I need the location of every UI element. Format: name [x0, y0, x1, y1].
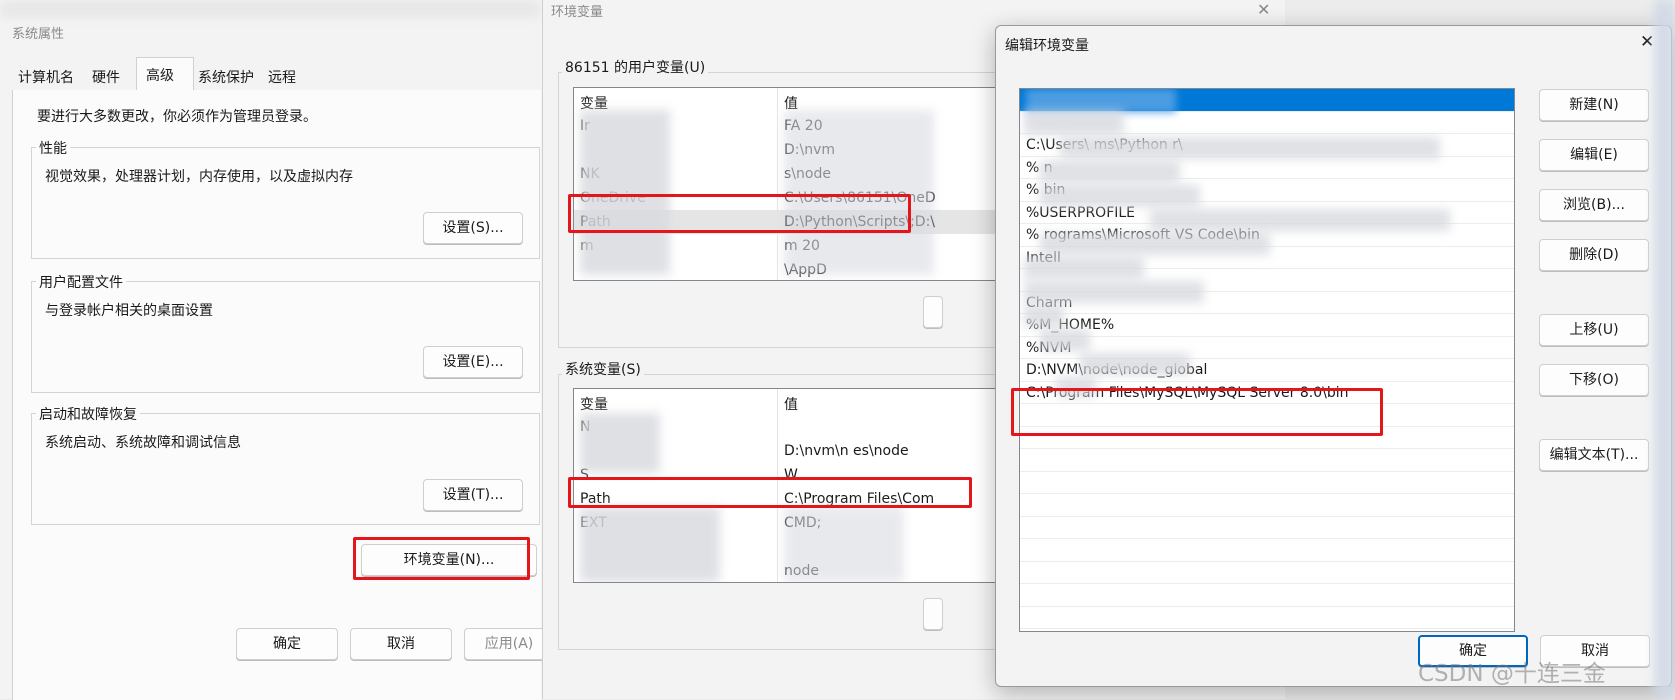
tab-advanced-label: 高级: [146, 68, 174, 84]
sys-apply-button[interactable]: 应用(A): [464, 628, 554, 660]
watermark: CSDN @十连三金: [1418, 661, 1606, 687]
system-col-var: 变量: [580, 397, 608, 413]
performance-settings-button[interactable]: 设置(S)...: [423, 212, 523, 244]
system-properties-title: 系统属性: [12, 27, 65, 42]
user-profile-settings-button[interactable]: 设置(E)...: [423, 346, 523, 378]
edit-env-dialog: 编辑环境变量 ✕ C:\Users\ ms\Python r\% n% bin%…: [995, 25, 1672, 687]
performance-label: 性能: [36, 138, 70, 158]
tab-computer-name[interactable]: 计算机名: [18, 67, 74, 87]
empty-path-row: [1020, 562, 1514, 584]
user-variables-label: 86151 的用户变量(U): [562, 57, 709, 77]
empty-path-row: [1020, 472, 1514, 494]
performance-desc: 视觉效果，处理器计划，内存使用，以及虚拟内存: [45, 169, 353, 185]
system-variables-label: 系统变量(S): [562, 359, 644, 379]
edit-text-button[interactable]: 编辑文本(T)...: [1539, 439, 1649, 471]
empty-path-row: [1020, 539, 1514, 562]
env-window-title: 环境变量: [551, 5, 604, 20]
system-col-val: 值: [784, 397, 798, 413]
empty-path-row: [1020, 607, 1514, 629]
highlight-system-path: [568, 477, 972, 508]
tab-remote[interactable]: 远程: [268, 67, 296, 87]
empty-path-row: [1020, 517, 1514, 539]
startup-desc: 系统启动、系统故障和调试信息: [45, 435, 241, 451]
edit-button[interactable]: 编辑(E): [1539, 139, 1649, 171]
move-up-button[interactable]: 上移(U): [1539, 314, 1649, 346]
new-button[interactable]: 新建(N): [1539, 89, 1649, 121]
user-profile-desc: 与登录帐户相关的桌面设置: [45, 303, 213, 319]
sys-ok-button[interactable]: 确定: [236, 628, 338, 660]
user-profile-label: 用户配置文件: [36, 272, 126, 292]
env-close-icon[interactable]: ✕: [1257, 0, 1270, 19]
empty-path-row: [1020, 584, 1514, 607]
user-hidden-button[interactable]: [923, 296, 943, 328]
empty-path-row: [1020, 494, 1514, 517]
tab-system-protection[interactable]: 系统保护: [198, 67, 254, 87]
path-entries-list: C:\Users\ ms\Python r\% n% bin%USERPROFI…: [1019, 88, 1515, 632]
highlight-user-path: [568, 194, 911, 233]
background-desktop: [1654, 0, 1675, 699]
tab-bar: 计算机名 硬件 高级 系统保护 远程: [12, 57, 540, 91]
edit-env-title: 编辑环境变量: [1005, 38, 1089, 54]
sys-cancel-button[interactable]: 取消: [350, 628, 452, 660]
edit-env-close-icon[interactable]: ✕: [1640, 32, 1654, 52]
browse-button[interactable]: 浏览(B)...: [1539, 189, 1649, 221]
empty-path-row: [1020, 449, 1514, 472]
startup-label: 启动和故障恢复: [36, 404, 140, 424]
path-entry[interactable]: %M_HOME%: [1020, 314, 1514, 337]
tab-hardware[interactable]: 硬件: [92, 67, 120, 87]
startup-settings-button[interactable]: 设置(T)...: [423, 479, 523, 511]
highlight-mysql-entry: [1011, 388, 1383, 436]
system-properties-window: 系统属性 计算机名 硬件 高级 系统保护 远程 要进行大多数更改，你必须作为管理…: [0, 0, 554, 700]
delete-button[interactable]: 删除(D): [1539, 239, 1649, 271]
highlight-env-button: [353, 537, 530, 580]
move-down-button[interactable]: 下移(O): [1539, 364, 1649, 396]
system-hidden-button[interactable]: [923, 598, 943, 630]
admin-note: 要进行大多数更改，你必须作为管理员登录。: [37, 109, 317, 125]
